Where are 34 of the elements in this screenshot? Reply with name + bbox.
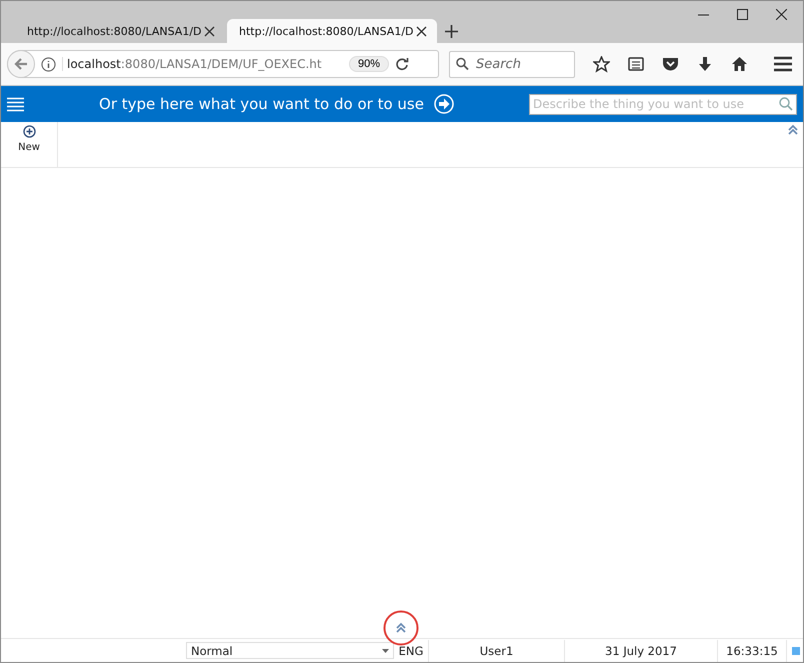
plus-icon	[22, 125, 36, 138]
caret-icon	[382, 648, 389, 652]
search-field[interactable]: Describe the thing you want to use	[529, 94, 797, 114]
highlight-circle	[383, 610, 419, 646]
menu-icon[interactable]	[774, 56, 792, 72]
mode-dropdown[interactable]: Normal	[186, 642, 394, 659]
info-icon[interactable]	[41, 56, 56, 72]
back-arrow-icon	[14, 57, 28, 71]
maximize-icon[interactable]	[737, 9, 748, 20]
download-icon[interactable]	[697, 56, 713, 72]
home-icon[interactable]	[731, 56, 748, 72]
language-status: ENG	[394, 640, 429, 662]
close-icon[interactable]	[416, 26, 427, 36]
browser-tab[interactable]: http://localhost:8080/LANSA1/D	[227, 19, 437, 43]
reload-icon[interactable]	[395, 57, 410, 71]
reading-list-icon[interactable]	[628, 56, 644, 72]
time-status: 16:33:15	[718, 640, 787, 662]
search-field[interactable]: Search	[449, 50, 575, 78]
status-indicator-icon	[792, 646, 800, 654]
search-icon	[456, 58, 469, 70]
zoom-button[interactable]: 90%	[349, 56, 390, 72]
close-icon[interactable]	[204, 26, 215, 36]
date-status: 31 July 2017	[565, 640, 718, 662]
pocket-icon[interactable]	[662, 56, 679, 72]
user-status: User1	[429, 640, 565, 662]
close-icon[interactable]	[776, 9, 787, 20]
star-icon[interactable]	[593, 56, 610, 72]
command-prompt: Or type here what you want to do or to use	[99, 95, 424, 113]
arrow-right-icon[interactable]	[434, 94, 454, 114]
back-button[interactable]	[7, 50, 35, 78]
address-field[interactable]: localhost:8080/LANSA1/DEM/UF_OEXEC.ht	[62, 57, 343, 71]
collapse-icon[interactable]	[787, 124, 799, 136]
browser-tab[interactable]: http://localhost:8080/LANSA1/D	[15, 19, 225, 43]
expand-icon[interactable]	[395, 622, 407, 634]
